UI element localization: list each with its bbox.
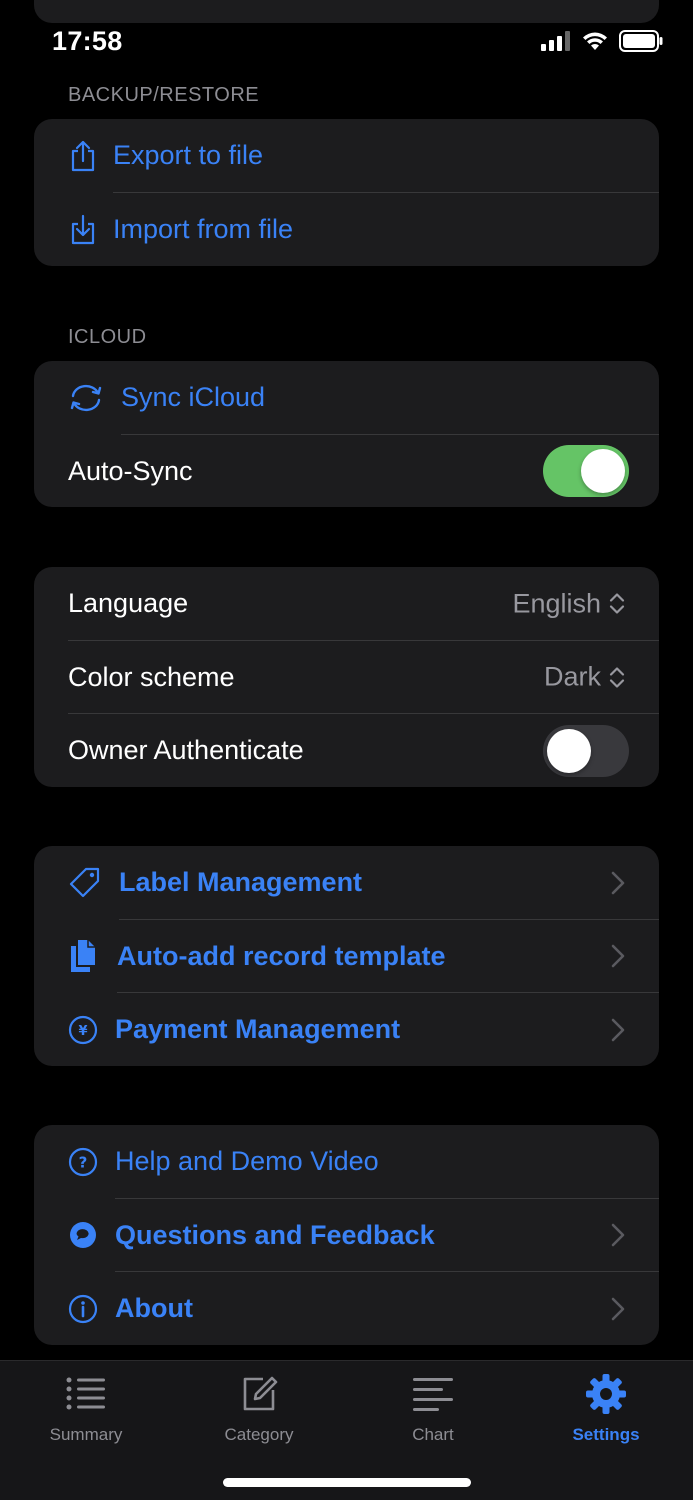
payment-management-row[interactable]: ¥ Payment Management <box>34 993 659 1066</box>
question-circle-icon: ? <box>68 1147 98 1177</box>
wifi-icon <box>583 32 607 50</box>
tag-icon <box>68 867 102 898</box>
tab-summary[interactable]: Summary <box>26 1371 146 1451</box>
export-to-file-label: Export to file <box>113 140 264 171</box>
section-header-icloud: ICLOUD <box>68 326 147 348</box>
status-icons <box>541 30 663 52</box>
owner-authenticate-row: Owner Authenticate <box>34 714 659 787</box>
import-tray-icon <box>68 214 98 245</box>
owner-authenticate-toggle[interactable] <box>543 724 629 777</box>
tab-category[interactable]: Category <box>199 1371 319 1451</box>
language-picker[interactable]: English <box>512 588 625 619</box>
help-demo-video-row[interactable]: ? Help and Demo Video <box>34 1125 659 1199</box>
tab-category-label: Category <box>224 1425 294 1444</box>
management-group: Label Management Auto-add record templat… <box>34 846 659 1066</box>
support-group: ? Help and Demo Video Questions and Feed… <box>34 1125 659 1345</box>
import-from-file-row[interactable]: Import from file <box>34 193 659 266</box>
svg-text:?: ? <box>79 1153 88 1171</box>
icloud-group: Sync iCloud Auto-Sync <box>34 361 659 507</box>
list-icon <box>63 1371 109 1417</box>
toggle-knob <box>547 728 591 773</box>
auto-sync-label: Auto-Sync <box>68 455 193 486</box>
label-management-row[interactable]: Label Management <box>34 846 659 920</box>
cellular-signal-icon <box>541 31 570 51</box>
import-from-file-label: Import from file <box>113 213 294 244</box>
auto-sync-row: Auto-Sync <box>34 435 659 507</box>
info-circle-icon <box>68 1294 98 1324</box>
color-scheme-row[interactable]: Color scheme Dark <box>34 641 659 715</box>
auto-sync-toggle[interactable] <box>543 445 629 498</box>
about-label: About <box>115 1293 193 1324</box>
yen-circle-icon: ¥ <box>68 1015 98 1045</box>
auto-add-template-row[interactable]: Auto-add record template <box>34 920 659 994</box>
auto-add-template-label: Auto-add record template <box>117 940 446 971</box>
gear-icon <box>583 1371 629 1417</box>
tab-summary-label: Summary <box>49 1425 123 1444</box>
svg-text:¥: ¥ <box>78 1024 87 1039</box>
questions-feedback-row[interactable]: Questions and Feedback <box>34 1199 659 1273</box>
help-demo-video-label: Help and Demo Video <box>115 1146 379 1177</box>
toggle-knob <box>581 449 625 494</box>
payment-management-label: Payment Management <box>115 1014 401 1045</box>
battery-icon <box>619 30 663 52</box>
sync-arrows-icon <box>68 383 104 413</box>
about-row[interactable]: About <box>34 1272 659 1345</box>
tab-settings[interactable]: Settings <box>546 1371 666 1451</box>
chevron-right-icon <box>611 1224 625 1247</box>
color-scheme-picker[interactable]: Dark <box>544 662 625 693</box>
color-scheme-label: Color scheme <box>68 661 235 692</box>
chevron-right-icon <box>611 1018 625 1042</box>
preferences-group: Language English Color scheme Dark Owner… <box>34 567 659 787</box>
documents-icon <box>68 940 98 973</box>
section-header-backup: BACKUP/RESTORE <box>68 84 260 106</box>
color-scheme-value: Dark <box>543 661 601 692</box>
label-management-label: Label Management <box>119 867 363 898</box>
chevron-right-icon <box>611 871 625 895</box>
chevron-right-icon <box>611 1297 625 1321</box>
export-to-file-row[interactable]: Export to file <box>34 119 659 193</box>
chevron-up-down-icon <box>609 593 625 614</box>
status-time: 17:58 <box>52 26 123 56</box>
backup-group: Export to file Import from file <box>34 119 659 266</box>
sync-icloud-label: Sync iCloud <box>121 382 266 413</box>
language-value: English <box>512 588 601 619</box>
tab-chart[interactable]: Chart <box>373 1371 493 1451</box>
owner-authenticate-label: Owner Authenticate <box>68 735 304 766</box>
questions-feedback-label: Questions and Feedback <box>115 1219 435 1250</box>
tab-settings-label: Settings <box>572 1425 640 1444</box>
chevron-right-icon <box>611 945 625 968</box>
home-indicator <box>223 1478 471 1487</box>
language-label: Language <box>68 588 189 619</box>
sync-icloud-row[interactable]: Sync iCloud <box>34 361 659 435</box>
tab-chart-label: Chart <box>412 1425 454 1444</box>
status-bar: 17:58 <box>0 0 693 80</box>
language-row[interactable]: Language English <box>34 567 659 641</box>
share-export-icon <box>68 140 98 171</box>
chat-bubble-icon <box>68 1220 98 1250</box>
edit-square-icon <box>236 1371 282 1417</box>
chevron-up-down-icon <box>609 667 625 688</box>
text-align-icon <box>410 1371 456 1417</box>
